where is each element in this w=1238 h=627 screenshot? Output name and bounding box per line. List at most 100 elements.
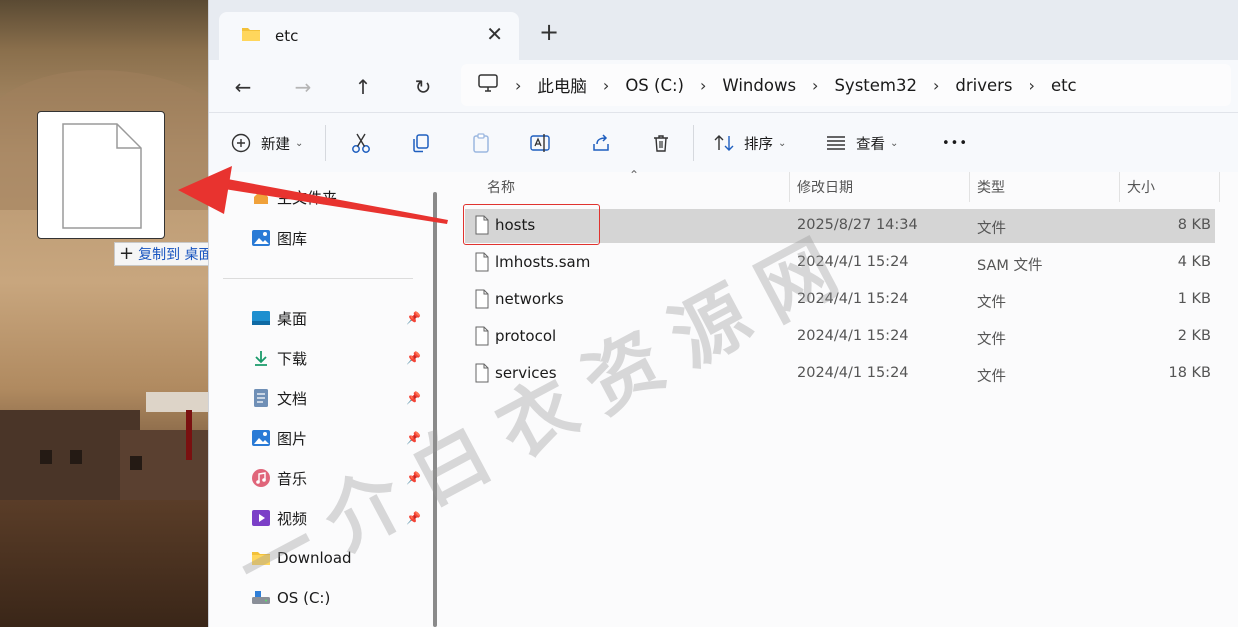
chevron-right-icon: › xyxy=(812,75,819,95)
file-icon xyxy=(62,123,142,229)
paste-button[interactable] xyxy=(471,127,491,159)
address-bar[interactable]: › 此电脑 › OS (C:) › Windows › System32 › d… xyxy=(461,64,1231,106)
chevron-right-icon: › xyxy=(602,75,610,95)
file-name: protocol xyxy=(495,327,557,345)
column-header-type[interactable]: 类型 xyxy=(977,172,1005,202)
new-tab-button[interactable]: + xyxy=(539,18,559,46)
sidebar-item-os-c[interactable]: OS (C:) xyxy=(251,583,423,613)
view-label: 查看 xyxy=(856,136,885,153)
pin-icon[interactable]: 📌 xyxy=(406,431,421,445)
close-icon[interactable]: ✕ xyxy=(486,22,503,46)
tab-title: etc xyxy=(275,27,299,45)
sidebar-item-music[interactable]: 音乐 📌 xyxy=(251,463,423,493)
column-header-modified[interactable]: 修改日期 xyxy=(797,172,853,202)
forward-button[interactable]: → xyxy=(286,70,320,104)
sidebar-item-documents[interactable]: 文档 📌 xyxy=(251,383,423,413)
tab-bar: etc ✕ + xyxy=(209,0,1238,60)
download-icon xyxy=(251,348,271,368)
breadcrumb-etc[interactable]: etc xyxy=(1051,76,1077,95)
content-area: 主文件夹 图库 桌面 📌 下载 📌 文档 📌 图片 📌 音乐 📌 视频 📌 Do… xyxy=(209,168,1238,627)
file-size: 18 KB xyxy=(1168,365,1211,381)
file-type: 文件 xyxy=(977,295,1006,311)
drag-file-thumbnail xyxy=(37,111,165,239)
file-type: SAM 文件 xyxy=(977,258,1043,274)
pin-icon[interactable]: 📌 xyxy=(406,391,421,405)
sort-button[interactable]: 排序 ⌄ xyxy=(713,127,786,159)
file-row-protocol[interactable]: protocol 2024/4/1 15:24 文件 2 KB xyxy=(465,320,1215,354)
tab-etc[interactable]: etc ✕ xyxy=(219,12,519,60)
share-icon xyxy=(593,134,609,151)
refresh-button[interactable]: ↻ xyxy=(406,70,440,104)
file-type: 文件 xyxy=(977,221,1006,237)
sidebar-item-downloads[interactable]: 下载 📌 xyxy=(251,343,423,373)
share-button[interactable] xyxy=(591,127,611,159)
folder-icon xyxy=(241,26,261,46)
file-name: lmhosts.sam xyxy=(495,253,591,271)
sidebar-scrollbar[interactable] xyxy=(433,192,437,627)
sidebar-divider xyxy=(223,278,413,279)
breadcrumb-this-pc[interactable]: 此电脑 xyxy=(537,73,587,97)
file-type: 文件 xyxy=(977,332,1006,348)
hosts-highlight-box xyxy=(463,204,600,245)
desktop-wallpaper xyxy=(0,0,208,627)
copy-button[interactable] xyxy=(411,127,431,159)
sidebar-item-videos[interactable]: 视频 📌 xyxy=(251,503,423,533)
breadcrumb-os-c[interactable]: OS (C:) xyxy=(625,76,684,95)
breadcrumb-windows[interactable]: Windows xyxy=(722,76,796,95)
breadcrumb-drivers[interactable]: drivers xyxy=(955,76,1012,95)
file-row-lmhosts[interactable]: lmhosts.sam 2024/4/1 15:24 SAM 文件 4 KB xyxy=(465,246,1215,280)
file-modified: 2025/8/27 14:34 xyxy=(797,217,918,233)
pin-icon[interactable]: 📌 xyxy=(406,471,421,485)
back-button[interactable]: ← xyxy=(226,70,260,104)
file-icon xyxy=(475,326,489,350)
sidebar-item-label: Download xyxy=(277,549,352,567)
pin-icon[interactable]: 📌 xyxy=(406,351,421,365)
navigation-bar: ← → ↑ ↻ › 此电脑 › OS (C:) › Windows › Syst… xyxy=(209,60,1238,112)
file-size: 2 KB xyxy=(1177,328,1211,344)
view-button[interactable]: 查看 ⌄ xyxy=(825,127,898,159)
sort-label: 排序 xyxy=(744,136,773,153)
folder-icon xyxy=(251,548,271,568)
file-size: 8 KB xyxy=(1177,217,1211,233)
more-options-button[interactable]: ••• xyxy=(942,127,968,159)
file-icon xyxy=(475,252,489,276)
chevron-down-icon: ⌄ xyxy=(778,137,787,149)
scissors-icon xyxy=(352,133,370,153)
file-explorer-window: etc ✕ + ← → ↑ ↻ › 此电脑 › OS (C:) › Window… xyxy=(208,0,1238,627)
cut-button[interactable] xyxy=(351,127,371,159)
up-button[interactable]: ↑ xyxy=(346,70,380,104)
file-modified: 2024/4/1 15:24 xyxy=(797,365,909,381)
trash-icon xyxy=(654,135,668,152)
chevron-right-icon: › xyxy=(699,75,707,95)
sidebar-item-label: 音乐 xyxy=(277,469,308,488)
copy-icon xyxy=(413,134,429,153)
new-button[interactable]: 新建 ⌄ xyxy=(231,127,303,159)
file-modified: 2024/4/1 15:24 xyxy=(797,291,909,307)
file-name: networks xyxy=(495,290,564,308)
sidebar-item-home[interactable]: 主文件夹 xyxy=(251,182,423,212)
column-header-name[interactable]: 名称 xyxy=(487,172,515,202)
pin-icon[interactable]: 📌 xyxy=(406,311,421,325)
video-icon xyxy=(251,508,271,528)
chevron-right-icon: › xyxy=(515,75,522,95)
column-header-size[interactable]: 大小 xyxy=(1127,172,1155,202)
sidebar-item-gallery[interactable]: 图库 xyxy=(251,223,423,253)
file-modified: 2024/4/1 15:24 xyxy=(797,328,909,344)
gallery-icon xyxy=(251,228,271,248)
chevron-right-icon: › xyxy=(1028,75,1035,95)
delete-button[interactable] xyxy=(651,127,671,159)
sidebar-item-download-folder[interactable]: Download xyxy=(251,543,423,573)
sort-ascending-icon: ⌃ xyxy=(629,168,640,182)
sidebar-item-label: 下载 xyxy=(277,349,308,368)
rename-button[interactable] xyxy=(529,127,551,159)
drag-tooltip: + 复制到 桌面 xyxy=(114,242,221,266)
sidebar-item-pictures[interactable]: 图片 📌 xyxy=(251,423,423,453)
pin-icon[interactable]: 📌 xyxy=(406,511,421,525)
drive-icon xyxy=(251,588,271,608)
file-row-services[interactable]: services 2024/4/1 15:24 文件 18 KB xyxy=(465,357,1215,391)
chevron-down-icon: ⌄ xyxy=(890,137,899,149)
sort-icon xyxy=(714,135,734,151)
file-row-networks[interactable]: networks 2024/4/1 15:24 文件 1 KB xyxy=(465,283,1215,317)
sidebar-item-desktop[interactable]: 桌面 📌 xyxy=(251,303,423,333)
breadcrumb-system32[interactable]: System32 xyxy=(834,76,917,95)
